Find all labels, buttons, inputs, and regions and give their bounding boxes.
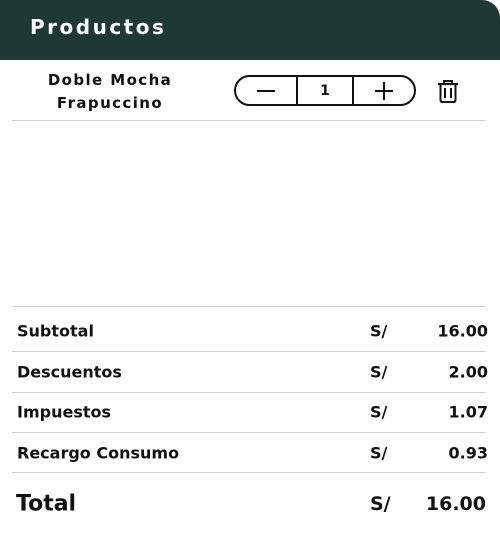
taxes-row: Impuestos S/ 1.07 <box>12 392 488 432</box>
product-name-line-2: Frapuccino <box>56 94 164 112</box>
consumption-surcharge-currency: S/ <box>370 443 388 463</box>
consumption-surcharge-label: Recargo Consumo <box>17 443 180 463</box>
products-title: Productos <box>30 15 167 39</box>
quantity-value[interactable]: 1 <box>296 77 354 104</box>
discounts-currency: S/ <box>370 362 388 382</box>
subtotal-label: Subtotal <box>17 321 94 341</box>
taxes-label: Impuestos <box>17 402 112 422</box>
delete-product-button[interactable] <box>434 77 462 105</box>
subtotal-row: Subtotal S/ 16.00 <box>12 311 488 351</box>
total-currency: S/ <box>370 493 391 515</box>
minus-icon <box>257 89 275 92</box>
discounts-row: Descuentos S/ 2.00 <box>12 352 488 392</box>
consumption-surcharge-row: Recargo Consumo S/ 0.93 <box>12 433 488 473</box>
plus-icon <box>375 81 393 100</box>
product-name-line-1: Doble Mocha <box>47 71 173 89</box>
taxes-amount: 1.07 <box>448 402 488 422</box>
total-amount: 16.00 <box>425 493 486 515</box>
quantity-stepper: 1 <box>234 75 416 106</box>
products-header: Productos <box>0 0 500 60</box>
consumption-surcharge-amount: 0.93 <box>448 443 488 463</box>
discounts-label: Descuentos <box>17 362 122 382</box>
taxes-currency: S/ <box>370 402 388 422</box>
trash-icon <box>438 80 458 103</box>
divider <box>12 472 486 473</box>
subtotal-currency: S/ <box>370 321 388 341</box>
discounts-amount: 2.00 <box>448 362 488 382</box>
product-item: Doble Mocha Frapuccino 1 <box>12 60 486 121</box>
decrement-button[interactable] <box>236 77 296 104</box>
divider <box>12 306 486 307</box>
product-name: Doble Mocha Frapuccino <box>30 69 190 115</box>
increment-button[interactable] <box>354 77 414 104</box>
total-label: Total <box>16 491 77 517</box>
subtotal-amount: 16.00 <box>437 321 488 341</box>
total-row: Total S/ 16.00 <box>12 482 486 526</box>
